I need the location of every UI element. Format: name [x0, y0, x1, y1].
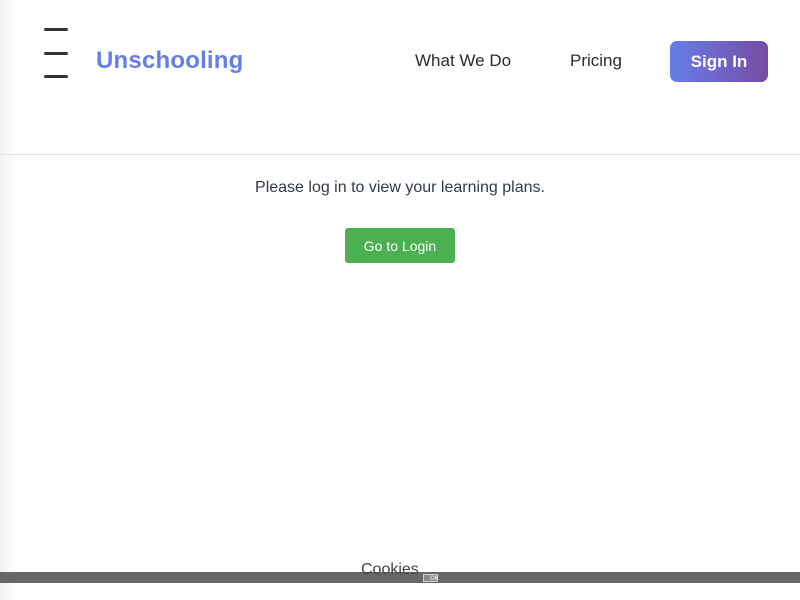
cookie-ok-button[interactable]: OK	[423, 574, 439, 582]
menu-bar-bottom	[44, 75, 68, 78]
cookie-banner-text: Cookies	[361, 561, 419, 578]
nav-link-what-we-do[interactable]: What We Do	[415, 51, 511, 71]
menu-bar-middle	[44, 52, 68, 55]
page: Unschooling What We Do Pricing Sign In P…	[0, 0, 800, 600]
nav-link-pricing[interactable]: Pricing	[570, 51, 622, 71]
login-required-message: Please log in to view your learning plan…	[255, 179, 545, 196]
menu-bar-top	[44, 28, 68, 31]
site-header: Unschooling What We Do Pricing Sign In	[0, 0, 800, 155]
sign-in-button[interactable]: Sign In	[670, 41, 768, 82]
menu-button[interactable]	[40, 24, 72, 84]
go-to-login-button[interactable]: Go to Login	[345, 228, 455, 263]
brand-logo-link[interactable]: Unschooling	[96, 47, 244, 75]
